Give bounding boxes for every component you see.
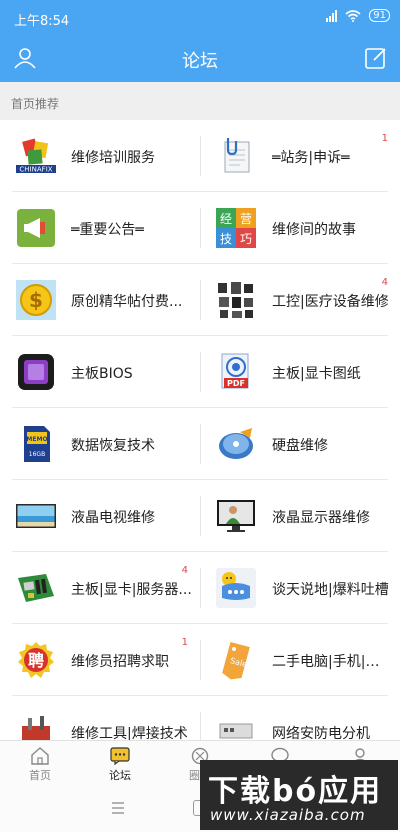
signal-icon <box>326 9 338 22</box>
megaphone-icon <box>17 209 55 247</box>
card-text: 16GB <box>29 451 45 458</box>
forum-row: $ 原创精华帖付费... 工控|医疗设备维修 4 <box>0 264 400 336</box>
forum-label: ═重要公告═ <box>71 222 144 238</box>
tab-forum[interactable]: 论坛 <box>80 741 160 789</box>
forum-item[interactable]: 液晶显示器维修 <box>200 480 400 552</box>
motherboard-icon <box>18 574 54 602</box>
forum-item[interactable]: 硬盘维修 <box>200 408 400 480</box>
svg-text:CHINAFIX: CHINAFIX <box>19 166 52 174</box>
forum-row: 聘 维修员招聘求职 1 Sale 二手电脑|手机|工具 <box>0 624 400 696</box>
lcd-tv-icon <box>16 504 56 528</box>
hard-disk-icon <box>219 428 253 459</box>
battery-icon: 91 <box>369 9 390 22</box>
forum-row: MEMO 16GB 数据恢复技术 硬盘维修 <box>0 408 400 480</box>
section-title: 首页推荐 <box>11 97 60 111</box>
forum-label: 硬盘维修 <box>272 438 328 454</box>
watermark-title: 下载bó应用 <box>208 774 383 809</box>
title-bar: 论坛 <box>0 36 400 82</box>
forum-item[interactable]: 谈天说地|爆料吐槽 <box>200 552 400 624</box>
status-icons: 91 <box>326 9 390 22</box>
network-device-icon <box>219 723 253 739</box>
forum-label: ═站务|申诉═ <box>272 150 350 166</box>
unread-badge: 4 <box>181 565 188 576</box>
tile-text: 经 <box>220 212 232 226</box>
section-header: 首页推荐 <box>0 82 400 120</box>
forum-icon <box>110 747 130 765</box>
forum-item[interactable]: 维修工具|焊接技术 <box>0 696 200 740</box>
sale-tag-icon: Sale <box>222 641 250 680</box>
forum-label: 维修培训服务 <box>71 150 155 166</box>
status-bar: 上午8:54 91 <box>0 0 400 36</box>
forum-item[interactable]: 聘 维修员招聘求职 1 <box>0 624 200 696</box>
forum-label: 网络安防电分机 <box>272 726 370 740</box>
forum-label: 维修员招聘求职 <box>71 654 169 670</box>
forum-grid: CHINAFIX 维修培训服务 ═站务|申诉═ 1 ═重要公告═ 经 营 技 巧… <box>0 120 400 740</box>
dollar-coin-icon: $ <box>16 280 56 320</box>
forum-item[interactable]: Sale 二手电脑|手机|工具 <box>200 624 400 696</box>
forum-row: ═重要公告═ 经 营 技 巧 维修间的故事 <box>0 192 400 264</box>
forum-row: 液晶电视维修 液晶显示器维修 <box>0 480 400 552</box>
compose-icon[interactable] <box>364 46 388 70</box>
story-tiles-icon: 经 营 技 巧 <box>216 208 256 248</box>
page-title: 论坛 <box>182 51 218 72</box>
forum-label: 谈天说地|爆料吐槽 <box>272 582 389 598</box>
forum-label: 主板|显卡图纸 <box>272 366 361 382</box>
forum-label: 主板BIOS <box>71 366 133 382</box>
chat-bubble-icon <box>216 568 256 608</box>
forum-row: 主板|显卡|服务器... 4 谈天说地|爆料吐槽 <box>0 552 400 624</box>
forum-item[interactable]: ═重要公告═ <box>0 192 200 264</box>
hire-stamp-icon: 聘 <box>18 642 54 678</box>
forum-label: 原创精华帖付费... <box>71 294 183 310</box>
status-time: 上午8:54 <box>14 14 70 29</box>
watermark-url: www.xiazaiba.com <box>210 806 366 824</box>
forum-label: 维修间的故事 <box>272 222 356 238</box>
forum-item[interactable]: MEMO 16GB 数据恢复技术 <box>0 408 200 480</box>
forum-row: CHINAFIX 维修培训服务 ═站务|申诉═ 1 <box>0 120 400 192</box>
tab-label: 首页 <box>29 769 51 782</box>
home-icon <box>31 747 49 765</box>
tools-icon <box>22 716 50 740</box>
tab-home[interactable]: 首页 <box>0 741 80 789</box>
lcd-monitor-icon <box>217 500 255 532</box>
wifi-icon <box>345 9 361 22</box>
forum-item[interactable]: 主板BIOS <box>0 336 200 408</box>
chip-icon <box>18 354 54 390</box>
tile-text: 技 <box>220 232 232 246</box>
pdf-document-icon: PDF <box>221 353 249 389</box>
chinafix-logo-icon: CHINAFIX <box>16 138 56 174</box>
forum-label: 液晶电视维修 <box>71 510 155 526</box>
forum-item[interactable]: 经 营 技 巧 维修间的故事 <box>200 192 400 264</box>
stamp-text: 聘 <box>28 651 44 670</box>
forum-label: 主板|显卡|服务器... <box>71 582 192 598</box>
forum-item[interactable]: 主板|显卡|服务器... 4 <box>0 552 200 624</box>
forum-item[interactable]: ═站务|申诉═ 1 <box>200 120 400 192</box>
industrial-equipment-icon <box>218 282 253 318</box>
forum-item[interactable]: CHINAFIX 维修培训服务 <box>0 120 200 192</box>
forum-label: 工控|医疗设备维修 <box>272 294 389 310</box>
menu-icon[interactable] <box>112 801 124 815</box>
forum-item[interactable]: PDF 主板|显卡图纸 <box>200 336 400 408</box>
forum-item[interactable]: 网络安防电分机 <box>200 696 400 740</box>
tile-text: 巧 <box>240 232 252 246</box>
tile-text: 营 <box>240 212 252 226</box>
forum-label: 数据恢复技术 <box>71 438 155 454</box>
unread-badge: 4 <box>381 277 388 288</box>
unread-badge: 1 <box>181 637 188 648</box>
forum-item[interactable]: $ 原创精华帖付费... <box>0 264 200 336</box>
tab-label: 论坛 <box>109 769 131 782</box>
memory-card-icon: MEMO 16GB <box>24 426 50 462</box>
forum-item[interactable]: 液晶电视维修 <box>0 480 200 552</box>
forum-label: 维修工具|焊接技术 <box>71 726 188 740</box>
card-text: MEMO <box>26 436 47 443</box>
svg-text:$: $ <box>29 288 43 312</box>
forum-label: 液晶显示器维修 <box>272 510 370 526</box>
unread-badge: 1 <box>381 133 388 144</box>
forum-row: 维修工具|焊接技术 网络安防电分机 <box>0 696 400 740</box>
document-paperclip-icon <box>224 138 250 173</box>
forum-row: 主板BIOS PDF 主板|显卡图纸 <box>0 336 400 408</box>
forum-item[interactable]: 工控|医疗设备维修 4 <box>200 264 400 336</box>
forum-label: 二手电脑|手机|工具 <box>272 654 392 670</box>
watermark-logo: 下载bó应用 www.xiazaiba.com <box>200 760 398 830</box>
svg-text:PDF: PDF <box>227 379 245 388</box>
